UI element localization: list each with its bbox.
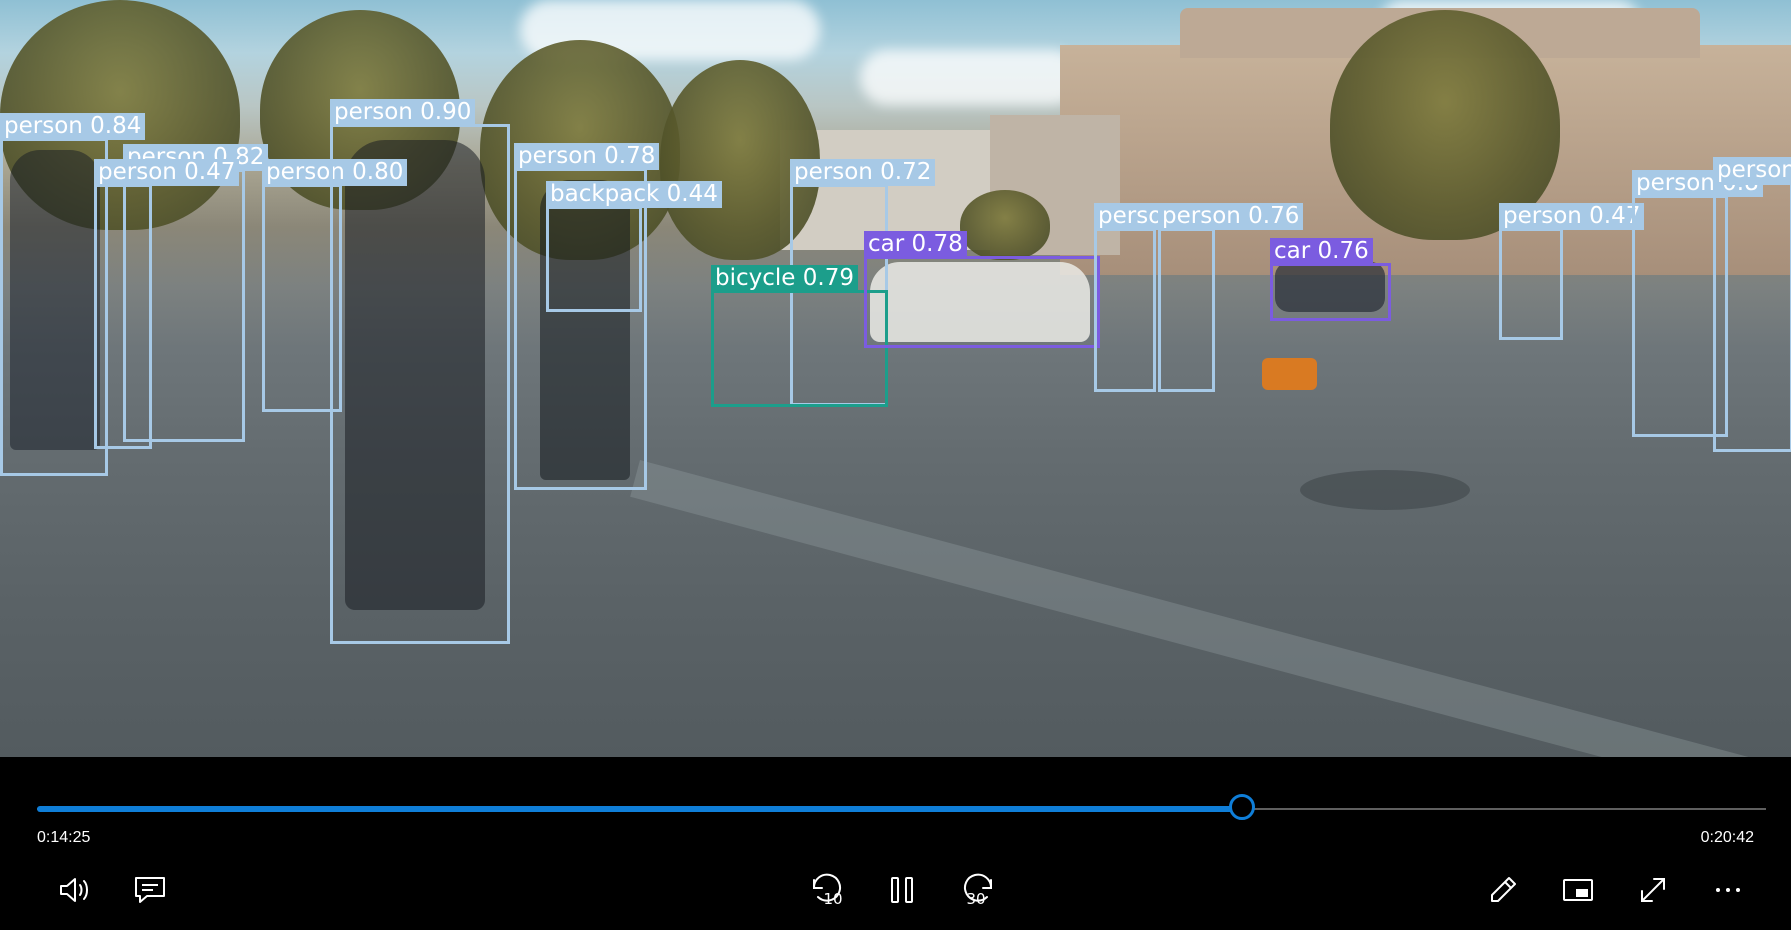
detection-label: backpack 0.44 [546,181,722,208]
detection-label: person 0.72 [790,159,936,186]
mini-view-icon [1563,879,1593,901]
cloud [860,50,1080,105]
fullscreen-icon [1641,878,1665,902]
detection-label: person 0.84 [0,113,146,140]
detection-box: person 0.76 [1158,203,1304,392]
pencil-icon [1491,877,1516,902]
pause-icon [891,877,913,903]
fullscreen-button[interactable] [1628,865,1678,915]
tree [960,190,1050,260]
orange-object [1262,358,1317,390]
detection-label: person 0.76 [1158,203,1304,230]
total-duration: 0:20:42 [1700,829,1754,846]
skip-forward-button[interactable]: 30 [953,865,1003,915]
seek-bar-progress [37,806,1243,812]
detection-box: person [1713,157,1791,452]
edit-button[interactable] [1478,865,1528,915]
seek-bar[interactable] [37,794,1766,820]
detection-label: person 0.47 [94,159,240,186]
speaker-icon [60,878,88,902]
detection-box: person 0.47 [94,159,240,449]
detection-label: person 0.78 [514,143,660,170]
detection-label: person 0.90 [330,99,476,126]
volume-button[interactable] [50,865,100,915]
detection-box: person 0.84 [0,113,146,476]
detection-label: person [1713,157,1791,184]
current-time: 0:14:25 [37,829,91,846]
captions-icon [135,877,165,903]
skip-back-button[interactable]: 10 [802,865,852,915]
mini-view-button[interactable] [1553,865,1603,915]
detection-box: person [1094,203,1181,392]
detection-box: person 0.47 [1499,203,1645,340]
seek-thumb[interactable] [1229,794,1256,820]
plaza-stripe [630,460,1791,757]
detection-label: car 0.76 [1270,238,1373,265]
detection-box: car 0.76 [1270,238,1391,321]
detection-box: backpack 0.44 [546,181,722,312]
more-icon [1716,888,1740,892]
captions-button[interactable] [125,865,175,915]
detection-box: car 0.78 [864,231,1100,348]
skip-back-10-icon: 10 [812,873,843,908]
svg-text:30: 30 [966,890,985,908]
skip-forward-30-icon: 30 [964,873,993,908]
more-button[interactable] [1703,865,1753,915]
pause-button[interactable] [877,865,927,915]
detection-label: car 0.78 [864,231,967,258]
detection-label: person 0.47 [1499,203,1645,230]
detection-label: bicycle 0.79 [711,265,858,292]
manhole [1300,470,1470,510]
detection-box: bicycle 0.79 [711,265,888,407]
video-frame[interactable]: person 0.84 person 0.82 person 0.47 pers… [0,0,1791,757]
detection-box: person 0.90 [330,99,510,644]
player-controls: 0:14:25 0:20:42 10 30 [0,757,1791,930]
svg-text:10: 10 [823,890,842,908]
